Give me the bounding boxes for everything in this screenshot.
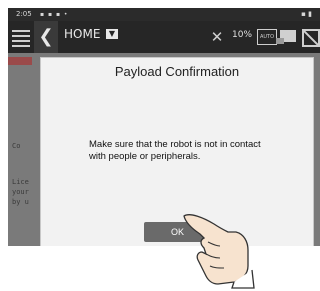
dialog-title: Payload Confirmation — [114, 64, 240, 79]
tool-icon[interactable]: ✕ — [208, 28, 226, 46]
back-button[interactable]: ❮ — [34, 21, 58, 53]
screen-title[interactable]: HOME — [64, 27, 100, 41]
system-indicators: ▪ ▮ — [301, 10, 312, 18]
app-header: ❮ HOME ▼ ✕ 10% AUTO — [8, 21, 320, 53]
status-time: 2:05 — [16, 10, 32, 18]
monitor-icon[interactable] — [276, 30, 296, 44]
menu-icon[interactable] — [12, 27, 30, 47]
auto-mode-icon[interactable]: AUTO — [257, 29, 277, 45]
background-text-1: Co — [12, 142, 21, 150]
payload-confirmation-dialog: Payload Confirmation Make sure that the … — [40, 57, 314, 246]
tablet-screen: 2:05 ▪ ▪ ▪ • ▪ ▮ ❮ HOME ▼ ✕ 10% AUTO Co … — [8, 8, 320, 246]
stop-icon[interactable] — [302, 29, 320, 47]
chevron-down-icon[interactable]: ▼ — [106, 29, 118, 39]
background-tab — [8, 57, 32, 65]
background-text-2: Lice your by u — [12, 178, 29, 206]
status-bar: 2:05 ▪ ▪ ▪ • ▪ ▮ — [8, 8, 320, 21]
notification-icons: ▪ ▪ ▪ • — [40, 11, 69, 18]
dialog-message: Make sure that the robot is not in conta… — [89, 139, 261, 162]
speed-percentage[interactable]: 10% — [232, 30, 252, 40]
hand-pointer-icon — [183, 214, 255, 289]
